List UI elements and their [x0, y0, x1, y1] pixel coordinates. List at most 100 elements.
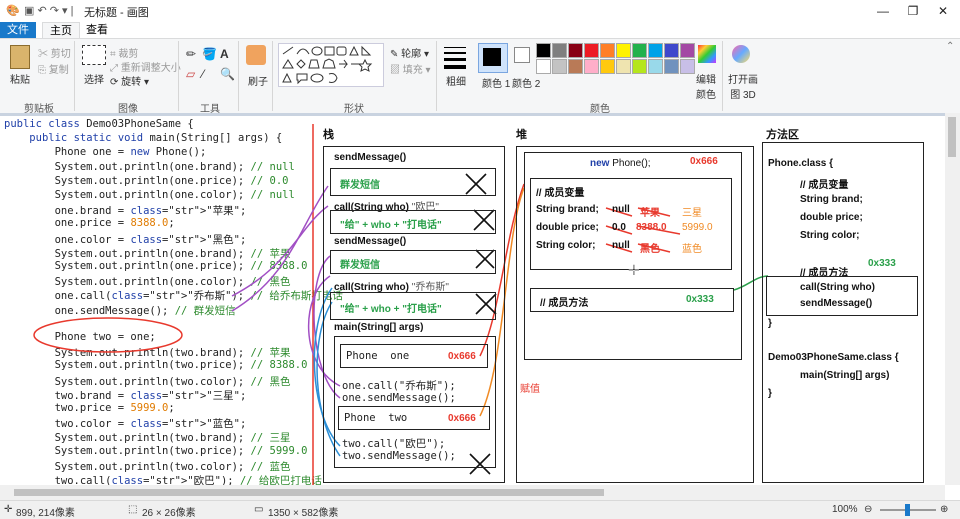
heap-price-v1: 8388.0 [636, 222, 667, 233]
ma-close1: } [768, 318, 772, 329]
magnifier-icon[interactable]: 🔍 [220, 67, 235, 81]
zoom-in-button[interactable]: ⊕ [940, 504, 948, 515]
color1-selector[interactable] [478, 43, 508, 73]
eraser-icon[interactable]: ▱ [186, 67, 195, 81]
pencil-icon[interactable]: ✏ [186, 47, 196, 61]
rotate-button[interactable]: ⟳ 旋转 ▾ [110, 73, 149, 88]
select-button[interactable]: 选择 [84, 71, 104, 86]
heap-price: double price; [536, 222, 599, 233]
two-send-line: two.sendMessage(); [342, 450, 456, 462]
color-picker-icon[interactable]: ⁄ [202, 67, 204, 81]
palette-swatch[interactable] [552, 59, 567, 74]
outline-button[interactable]: ✎ 轮廓 ▾ [390, 45, 429, 60]
cursor-crosshair-icon: ✛ [628, 262, 640, 278]
crop-button[interactable]: ⌗ 裁剪 [110, 45, 138, 60]
heap-header: 堆 [516, 129, 527, 141]
title-bar: 🎨 ▣ ↶ ↷ ▾ | 无标题 - 画图 — ❐ ✕ [0, 0, 960, 23]
status-bar: ✛ 899, 214像素 ⬚ 26 × 26像素 ▭ 1350 × 582像素 … [0, 500, 960, 519]
stack-call2-body: "给" + who + "打电话" [340, 304, 442, 315]
ribbon-tabs: 文件 主页 查看 [0, 22, 960, 39]
size-icon[interactable] [444, 47, 466, 69]
quick-access-toolbar[interactable]: ▣ ↶ ↷ ▾ | [24, 4, 73, 17]
edit-colors-icon[interactable] [698, 45, 716, 63]
cursor-position-icon: ✛ [4, 504, 13, 515]
palette-swatch[interactable] [680, 59, 695, 74]
palette-swatch[interactable] [552, 43, 567, 58]
size-button[interactable]: 粗细 [446, 73, 466, 88]
palette-swatch[interactable] [616, 43, 631, 58]
color1-swatch [483, 48, 501, 66]
method-area-header: 方法区 [766, 129, 799, 141]
tab-view[interactable]: 查看 [82, 22, 112, 38]
palette-swatch[interactable] [536, 59, 551, 74]
canvas-size-icon: ▭ [254, 504, 264, 515]
collapse-ribbon-icon[interactable]: ⌃ [946, 41, 954, 52]
palette-swatch[interactable] [648, 59, 663, 74]
highlight-ellipse [33, 317, 183, 353]
palette-swatch[interactable] [648, 43, 663, 58]
ma-close2: } [768, 388, 772, 399]
palette-swatch[interactable] [536, 43, 551, 58]
zoom-level: 100% [832, 504, 858, 515]
horizontal-scroll-thumb[interactable] [14, 489, 604, 496]
minimize-button[interactable]: — [868, 2, 898, 20]
restore-button[interactable]: ❐ [898, 2, 928, 20]
color2-label: 颜色 2 [512, 79, 541, 90]
phone-one-var: Phone one [346, 350, 410, 362]
palette-swatch[interactable] [664, 43, 679, 58]
shapes-gallery[interactable] [278, 43, 384, 87]
ma-main: main(String[] args) [800, 370, 890, 381]
edit-colors-button[interactable]: 编辑颜色 [694, 71, 718, 101]
paint3d-button[interactable]: 打开画图 3D [728, 71, 758, 101]
palette-swatch[interactable] [568, 59, 583, 74]
tab-file[interactable]: 文件 [0, 22, 36, 38]
paint3d-icon[interactable] [732, 45, 750, 63]
cut-button[interactable]: ✂ 剪切 [38, 45, 71, 60]
canvas-area: public class Demo03PhoneSame { public st… [0, 113, 945, 485]
heap-price-zero: 0.0 [612, 222, 626, 233]
copy-button[interactable]: ⎘ 复制 [38, 61, 69, 76]
paste-button[interactable]: 粘贴 [10, 71, 30, 86]
palette-swatch[interactable] [632, 43, 647, 58]
zoom-out-button[interactable]: ⊖ [864, 504, 872, 515]
brushes-button[interactable]: 刷子 [248, 73, 268, 88]
text-icon[interactable]: A [220, 47, 229, 61]
resize-button[interactable]: ⤢ 重新调整大小 [110, 59, 181, 74]
brush-icon[interactable] [246, 45, 266, 65]
two-call-line: two.call("欧巴"); [342, 438, 446, 450]
vertical-scroll-thumb[interactable] [948, 117, 956, 157]
fill-icon[interactable]: 🪣 [202, 47, 217, 61]
paste-icon[interactable] [10, 45, 30, 69]
drawing-canvas[interactable]: public class Demo03PhoneSame { public st… [0, 116, 945, 485]
close-button[interactable]: ✕ [928, 2, 958, 20]
vertical-scrollbar[interactable] [945, 113, 960, 485]
palette-swatch[interactable] [584, 59, 599, 74]
ma-color: String color; [800, 230, 860, 241]
palette-swatch[interactable] [616, 59, 631, 74]
palette-swatch[interactable] [664, 59, 679, 74]
palette-swatch[interactable] [632, 59, 647, 74]
zoom-slider-thumb[interactable] [905, 504, 910, 516]
color2-swatch[interactable] [514, 47, 530, 63]
ma-call: call(String who) [800, 282, 875, 293]
heap-brand-null: null [612, 204, 630, 215]
palette-swatch[interactable] [680, 43, 695, 58]
tab-home[interactable]: 主页 [42, 22, 80, 39]
fill-button[interactable]: ▨ 填充 ▾ [390, 61, 431, 76]
horizontal-scrollbar[interactable] [0, 485, 945, 500]
phone-two-var: Phone two [344, 412, 408, 424]
stack-send1-body: 群发短信 [340, 180, 380, 191]
stack-send1-label: sendMessage() [334, 152, 407, 163]
select-icon[interactable] [82, 45, 106, 65]
cursor-position: 899, 214像素 [16, 508, 75, 519]
palette-swatch[interactable] [600, 59, 615, 74]
palette-swatch[interactable] [600, 43, 615, 58]
one-call-line: one.call("乔布斯"); [342, 380, 456, 392]
ribbon: 粘贴 ✂ 剪切 ⎘ 复制 剪贴板 选择 ⌗ 裁剪 ⤢ 重新调整大小 ⟳ 旋转 ▾… [0, 38, 960, 115]
heap-brand-v2: 三星 [682, 208, 702, 219]
palette-swatch[interactable] [568, 43, 583, 58]
heap-brand: String brand; [536, 204, 599, 215]
stack-header: 栈 [323, 129, 334, 141]
heap-methods-addr: 0x333 [686, 294, 714, 305]
palette-swatch[interactable] [584, 43, 599, 58]
